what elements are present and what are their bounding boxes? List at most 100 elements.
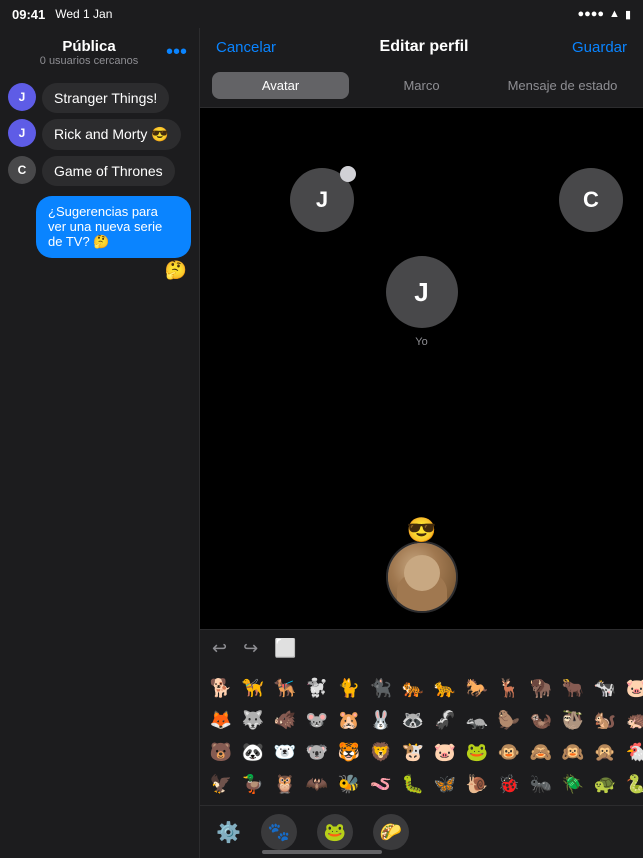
emoji-cell[interactable]: 🐿️	[590, 705, 620, 735]
emoji-cell[interactable]: 🐍	[622, 769, 643, 799]
circle-j-main-label: Yo	[415, 336, 427, 348]
emoji-grid: 🐕🦮🐕‍🦺🐩🐈🐈‍⬛🐅🐆🐎🦌🦬🐂🐄🐷🦊🐺🐗🐭🐹🐰🦝🦨🦡🦫🦦🦥🐿️🦔🐻🐼🐻‍❄️🐨…	[200, 667, 643, 805]
emoji-cell[interactable]: 🦦	[526, 705, 556, 735]
emoji-cell[interactable]: 🦮	[238, 673, 268, 703]
emoji-cell[interactable]: 🪲	[558, 769, 588, 799]
emoji-cell[interactable]: 🐛	[398, 769, 428, 799]
emoji-cell[interactable]: 🦁	[366, 737, 396, 767]
user-photo-container[interactable]: 😎	[386, 516, 458, 613]
emoji-cell[interactable]: 🐈	[334, 673, 364, 703]
bubble-stranger: Stranger Things!	[42, 83, 169, 113]
emoji-cell[interactable]: 🦌	[494, 673, 524, 703]
emoji-cell[interactable]: 🐎	[462, 673, 492, 703]
wifi-icon: ▲	[609, 8, 620, 20]
face-circle	[404, 555, 440, 591]
avatar-c: C	[8, 156, 36, 184]
question-bubble: ¿Sugerencias para ver una nueva serie de…	[36, 196, 191, 258]
tab-mensaje[interactable]: Mensaje de estado	[494, 72, 631, 99]
emoji-cell[interactable]: 🐮	[398, 737, 428, 767]
emoji-cell[interactable]: 🐜	[526, 769, 556, 799]
chat-item-2: J Rick and Morty 😎	[8, 119, 191, 150]
emoji-cell[interactable]: 🐝	[334, 769, 364, 799]
emoji-cell[interactable]: 🙈	[526, 737, 556, 767]
emoji-cell[interactable]: 🙉	[558, 737, 588, 767]
float-circle-j-top: J	[290, 168, 354, 232]
emoji-cell[interactable]: 🐻	[206, 737, 236, 767]
emoji-cell[interactable]: 🙊	[590, 737, 620, 767]
left-header: Pública 0 usuarios cercanos •••	[0, 28, 199, 75]
avatar-j2: J	[8, 119, 36, 147]
undo-icon[interactable]: ↩	[212, 638, 227, 659]
emoji-cell[interactable]: 🐺	[238, 705, 268, 735]
profile-header: Cancelar Editar perfil Guardar	[200, 28, 643, 66]
emoji-cell[interactable]: 🦇	[302, 769, 332, 799]
frog-picker-btn[interactable]: 🐸	[317, 814, 353, 850]
emoji-cell[interactable]: 🐕	[206, 673, 236, 703]
emoji-cell[interactable]: 🦋	[430, 769, 460, 799]
emoji-cell[interactable]: 🐄	[590, 673, 620, 703]
emoji-cell[interactable]: 🐼	[238, 737, 268, 767]
tab-avatar[interactable]: Avatar	[212, 72, 349, 99]
status-bar: 09:41 Wed 1 Jan ●●●● ▲ ▮	[0, 0, 643, 28]
emoji-cell[interactable]: 🐻‍❄️	[270, 737, 300, 767]
emoji-cell[interactable]: 🐗	[270, 705, 300, 735]
emoji-cell[interactable]: 🦔	[622, 705, 643, 735]
status-date: Wed 1 Jan	[55, 7, 112, 21]
float-circle-j-main[interactable]: J	[386, 256, 458, 328]
emoji-cell[interactable]: 🐩	[302, 673, 332, 703]
emoji-cell[interactable]: 🐅	[398, 673, 428, 703]
tab-marco[interactable]: Marco	[353, 72, 490, 99]
emoji-cell[interactable]: 🐯	[334, 737, 364, 767]
emoji-cell[interactable]: 🐷	[622, 673, 643, 703]
emoji-cell[interactable]: 🪱	[366, 769, 396, 799]
question-group: ¿Sugerencias para ver una nueva serie de…	[8, 196, 191, 281]
emoji-cell[interactable]: 🐆	[430, 673, 460, 703]
clipboard-icon[interactable]: ⬜	[274, 638, 296, 659]
signal-icon: ●●●●	[577, 8, 604, 20]
emoji-cell[interactable]: 🦥	[558, 705, 588, 735]
bubble-rick: Rick and Morty 😎	[42, 119, 181, 150]
emoji-cell[interactable]: 🦬	[526, 673, 556, 703]
chat-item-3: C Game of Thrones	[8, 156, 191, 186]
emoji-cell[interactable]: 🦝	[398, 705, 428, 735]
emoji-cell[interactable]: 🐈‍⬛	[366, 673, 396, 703]
emoji-cell[interactable]: 🐨	[302, 737, 332, 767]
emoji-cell[interactable]: 🐔	[622, 737, 643, 767]
more-button[interactable]: •••	[166, 41, 187, 64]
avatar-canvas: J C J Yo 😎	[200, 108, 643, 629]
chat-area: J Stranger Things! J Rick and Morty 😎 C …	[0, 75, 199, 289]
emoji-cell[interactable]: 🦅	[206, 769, 236, 799]
cancel-button[interactable]: Cancelar	[216, 39, 276, 56]
settings-picker-icon[interactable]: ⚙️	[216, 820, 241, 845]
emoji-cell[interactable]: 🐞	[494, 769, 524, 799]
emoji-cell[interactable]: 🦆	[238, 769, 268, 799]
bubble-got: Game of Thrones	[42, 156, 175, 186]
emoji-cell[interactable]: 🐕‍🦺	[270, 673, 300, 703]
home-indicator	[262, 850, 382, 854]
emoji-cell[interactable]: 🦊	[206, 705, 236, 735]
emoji-cell[interactable]: 🐹	[334, 705, 364, 735]
user-photo	[386, 541, 458, 613]
emoji-cell[interactable]: 🐌	[462, 769, 492, 799]
profile-title: Editar perfil	[380, 38, 469, 56]
emoji-cell[interactable]: 🦫	[494, 705, 524, 735]
emoji-cell[interactable]: 🦡	[462, 705, 492, 735]
emoji-cell[interactable]: 🦨	[430, 705, 460, 735]
status-icons: ●●●● ▲ ▮	[577, 8, 631, 21]
taco-picker-btn[interactable]: 🌮	[373, 814, 409, 850]
paw-picker-btn[interactable]: 🐾	[261, 814, 297, 850]
right-panel: Cancelar Editar perfil Guardar Avatar Ma…	[200, 28, 643, 858]
emoji-cell[interactable]: 🐵	[494, 737, 524, 767]
redo-icon[interactable]: ↪	[243, 638, 258, 659]
emoji-cell[interactable]: 🐸	[462, 737, 492, 767]
emoji-cell[interactable]: 🦉	[270, 769, 300, 799]
left-panel-title: Pública	[12, 38, 166, 55]
emoji-cell[interactable]: 🐭	[302, 705, 332, 735]
emoji-cell[interactable]: 🐢	[590, 769, 620, 799]
chat-item-1: J Stranger Things!	[8, 83, 191, 113]
emoji-cell[interactable]: 🐂	[558, 673, 588, 703]
status-time: 09:41	[12, 7, 45, 22]
emoji-cell[interactable]: 🐰	[366, 705, 396, 735]
emoji-cell[interactable]: 🐷	[430, 737, 460, 767]
save-button[interactable]: Guardar	[572, 39, 627, 56]
